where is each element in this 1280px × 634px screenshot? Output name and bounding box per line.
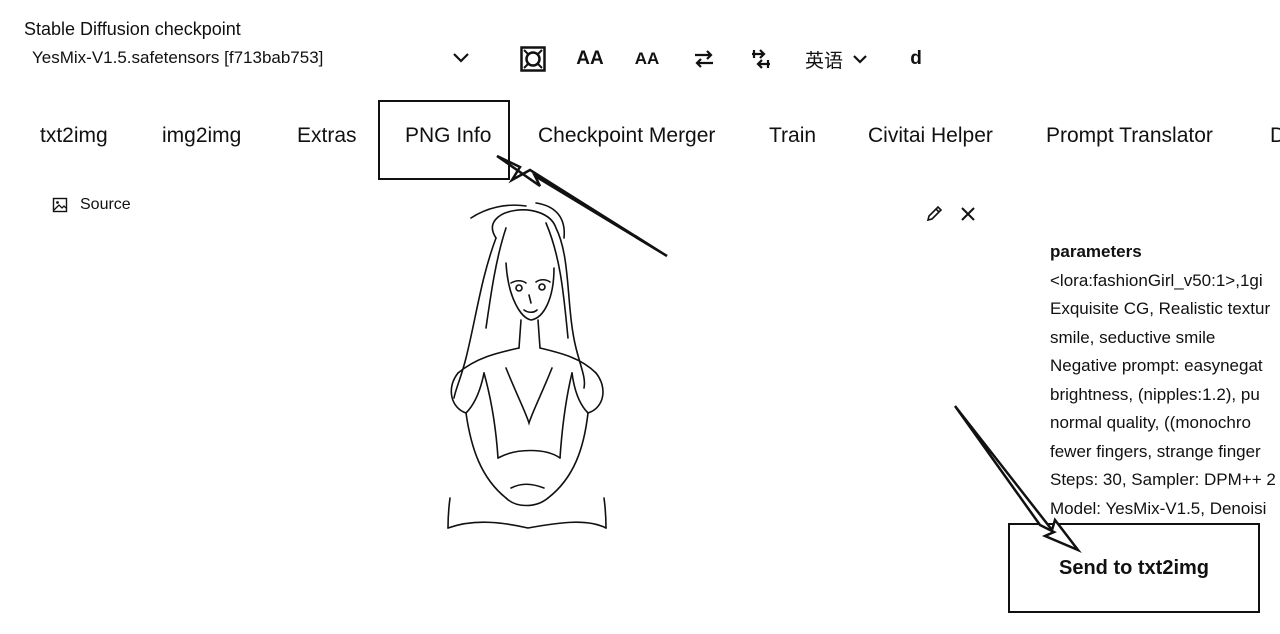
- tab-img2img[interactable]: img2img: [162, 124, 241, 148]
- checkpoint-label: Stable Diffusion checkpoint: [24, 19, 241, 39]
- refresh-icon[interactable]: [520, 44, 546, 74]
- checkpoint-dropdown[interactable]: YesMix-V1.5.safetensors [f713bab753]: [22, 42, 482, 74]
- chevron-down-icon[interactable]: [448, 45, 474, 71]
- pencil-icon[interactable]: [924, 204, 944, 224]
- send-to-txt2img-button[interactable]: Send to txt2img: [1008, 523, 1260, 613]
- image-icon: [52, 197, 68, 213]
- tab-more[interactable]: D: [1270, 124, 1280, 148]
- close-icon[interactable]: [958, 204, 978, 224]
- parameters-line: Model: YesMix-V1.5, Denoisi: [1050, 498, 1267, 518]
- parameters-line: Exquisite CG, Realistic textur: [1050, 299, 1271, 318]
- chevron-down-icon[interactable]: [849, 44, 871, 74]
- tab-extras[interactable]: Extras: [297, 124, 357, 148]
- swap-icon[interactable]: [691, 44, 717, 74]
- source-image[interactable]: [436, 198, 614, 530]
- font-size-small-icon[interactable]: AA: [634, 44, 660, 74]
- tab-checkpoint-merger[interactable]: Checkpoint Merger: [538, 124, 715, 148]
- parameters-line: normal quality, ((monochro: [1050, 413, 1251, 432]
- highlight-box: [378, 100, 510, 180]
- checkpoint-value: YesMix-V1.5.safetensors [f713bab753]: [32, 48, 324, 67]
- tab-prompt-translator[interactable]: Prompt Translator: [1046, 124, 1213, 148]
- tab-civitai-helper[interactable]: Civitai Helper: [868, 124, 993, 148]
- toolbar: AA AA 英语 d: [520, 43, 960, 75]
- parameters-line: brightness, (nipples:1.2), pu: [1050, 384, 1260, 404]
- tab-bar: txt2img img2img Extras PNG Info Checkpoi…: [0, 100, 1280, 180]
- image-actions: [924, 204, 992, 224]
- tab-txt2img[interactable]: txt2img: [40, 124, 108, 148]
- source-text: Source: [80, 196, 131, 213]
- parameters-output: parameters <lora:fashionGirl_v50:1>,1gi …: [1050, 238, 1280, 523]
- parameters-line: Negative prompt: easynegat: [1050, 356, 1263, 375]
- parameters-line: fewer fingers, strange finger: [1050, 441, 1261, 461]
- extra-toggle[interactable]: d: [903, 44, 929, 74]
- parameters-line: Steps: 30, Sampler: DPM++ 2: [1050, 470, 1276, 489]
- parameters-line: <lora:fashionGirl_v50:1>,1gi: [1050, 270, 1263, 290]
- language-select[interactable]: 英语: [805, 44, 843, 74]
- parameters-title: parameters: [1050, 242, 1142, 261]
- font-size-icon[interactable]: AA: [576, 44, 603, 74]
- parameters-line: smile, seductive smile: [1050, 327, 1216, 347]
- arrange-icon[interactable]: [748, 44, 774, 74]
- source-label: Source: [52, 196, 131, 214]
- tab-train[interactable]: Train: [769, 124, 816, 148]
